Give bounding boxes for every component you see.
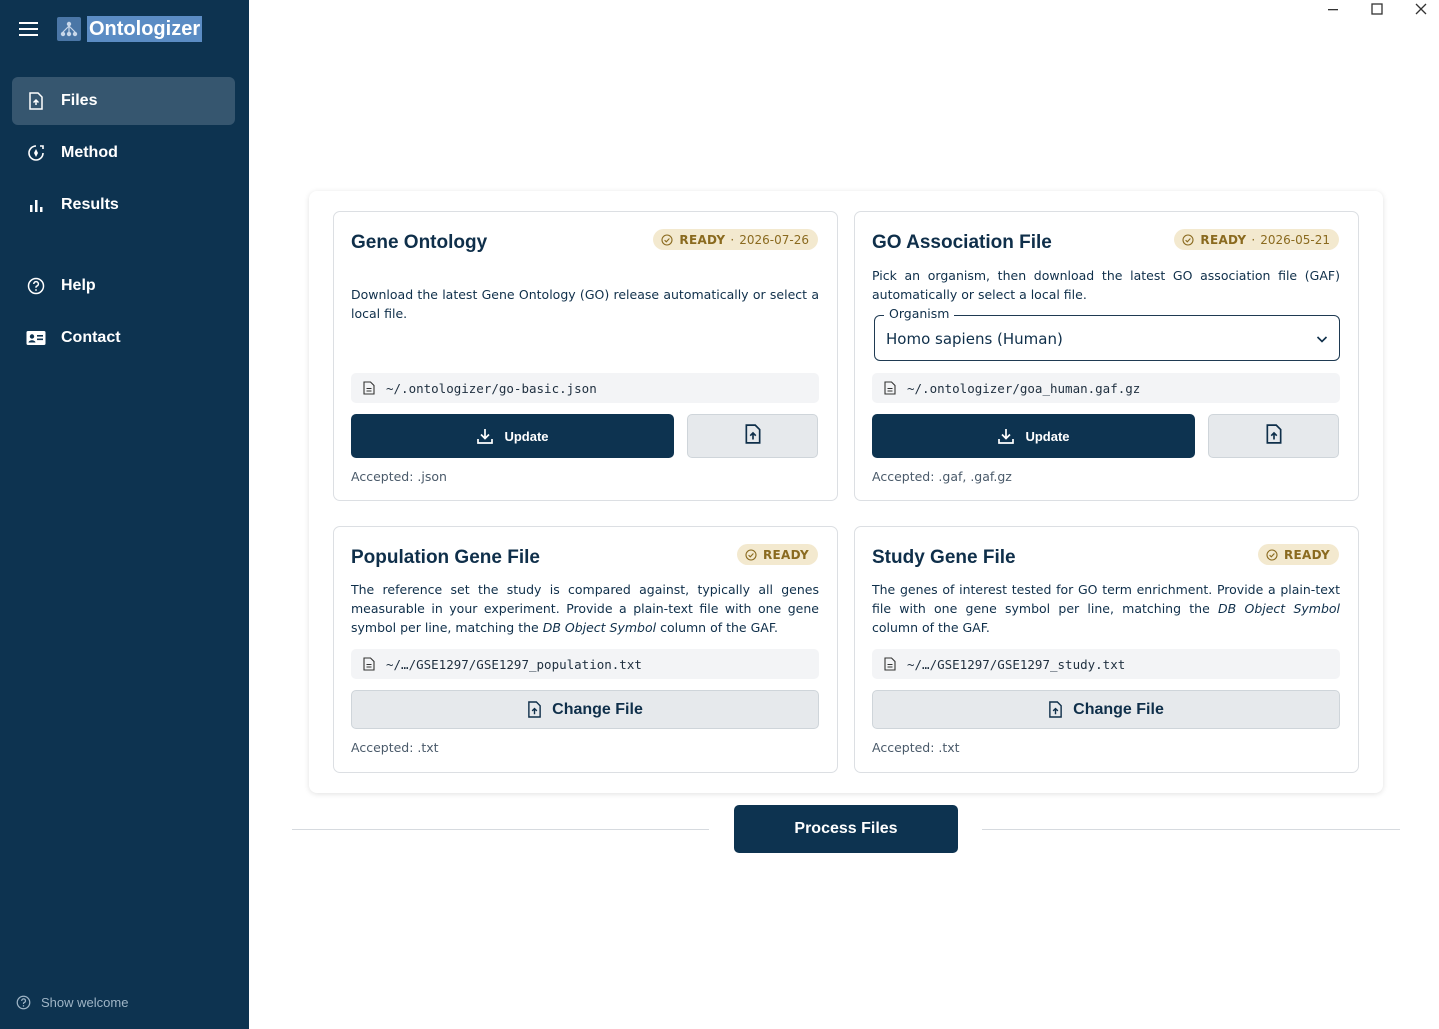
minimize-button[interactable] <box>1318 0 1348 18</box>
card-title: Gene Ontology <box>351 232 488 253</box>
file-upload-icon <box>1048 701 1064 718</box>
status-text: READY <box>762 547 809 562</box>
accepted-formats: Accepted: .json <box>351 469 447 484</box>
change-file-button[interactable]: Change File <box>872 690 1340 729</box>
status-text: READY <box>679 232 726 247</box>
status-text: READY <box>1283 547 1330 562</box>
show-welcome-label: Show welcome <box>41 994 129 1010</box>
hamburger-menu-icon[interactable] <box>19 21 39 37</box>
document-icon <box>363 657 377 671</box>
sidebar-item-label: Files <box>61 92 98 109</box>
divider-left <box>292 829 709 830</box>
card-title: Study Gene File <box>872 547 1016 568</box>
contact-card-icon <box>26 328 46 348</box>
organism-label: Organism <box>884 306 955 321</box>
file-path-text: ~/.ontologizer/goa_human.gaf.gz <box>907 380 1141 396</box>
status-badge: READY · 2026-07-26 <box>653 229 818 250</box>
organism-value: Homo sapiens (Human) <box>886 330 1063 348</box>
check-circle-icon <box>1182 233 1194 246</box>
sidebar-item-label: Contact <box>61 329 121 346</box>
file-path: ~/.ontologizer/goa_human.gaf.gz <box>872 373 1340 403</box>
update-button[interactable]: Update <box>872 414 1195 458</box>
method-icon <box>26 143 46 163</box>
file-path-text: ~/…/GSE1297/GSE1297_study.txt <box>907 656 1126 672</box>
status-text: READY <box>1200 232 1247 247</box>
card-title: Population Gene File <box>351 547 540 568</box>
accepted-formats: Accepted: .txt <box>872 740 960 755</box>
select-local-file-button[interactable] <box>687 414 818 458</box>
status-badge: READY <box>1257 544 1339 565</box>
file-path-text: ~/.ontologizer/go-basic.json <box>386 380 597 396</box>
status-date: 2026-05-21 <box>1260 232 1330 247</box>
document-icon <box>884 381 898 395</box>
file-upload-icon <box>527 701 543 718</box>
accepted-formats: Accepted: .gaf, .gaf.gz <box>872 469 1012 484</box>
check-circle-icon <box>1266 548 1278 561</box>
chevron-down-icon <box>1315 332 1329 346</box>
maximize-icon <box>1371 3 1383 15</box>
file-path: ~/…/GSE1297/GSE1297_study.txt <box>872 649 1340 679</box>
sidebar-item-label: Help <box>61 277 96 294</box>
change-file-label: Change File <box>552 700 643 718</box>
change-file-label: Change File <box>1073 700 1164 718</box>
document-icon <box>363 381 377 395</box>
status-badge: READY <box>736 544 818 565</box>
app-logo-icon <box>57 17 81 41</box>
card-description: The reference set the study is compared … <box>351 582 819 635</box>
maximize-button[interactable] <box>1362 0 1392 18</box>
sidebar-item-contact[interactable]: Contact <box>12 314 235 362</box>
divider-right <box>982 829 1400 830</box>
accepted-formats: Accepted: .txt <box>351 740 439 755</box>
help-circle-icon <box>26 276 46 296</box>
file-upload-icon <box>744 423 762 449</box>
minimize-icon <box>1328 9 1338 11</box>
sidebar-item-method[interactable]: Method <box>12 129 235 177</box>
card-description: Download the latest Gene Ontology (GO) r… <box>351 287 819 321</box>
show-welcome-link[interactable]: Show welcome <box>16 994 128 1010</box>
help-circle-icon <box>16 994 32 1010</box>
files-panel: Gene Ontology READY · 2026-07-26 Downloa… <box>309 191 1383 793</box>
change-file-button[interactable]: Change File <box>351 690 819 729</box>
file-path: ~/…/GSE1297/GSE1297_population.txt <box>351 649 819 679</box>
sidebar-item-label: Method <box>61 144 118 161</box>
close-icon <box>1415 3 1427 15</box>
check-circle-icon <box>661 233 673 246</box>
update-label: Update <box>504 428 549 444</box>
update-button[interactable]: Update <box>351 414 674 458</box>
sidebar-item-help[interactable]: Help <box>12 262 235 310</box>
card-title: GO Association File <box>872 232 1052 253</box>
document-icon <box>884 657 898 671</box>
select-local-file-button[interactable] <box>1208 414 1339 458</box>
bar-chart-icon <box>26 195 46 215</box>
download-icon <box>997 427 1015 445</box>
sidebar: Ontologizer Files Method Results Help Co… <box>0 0 249 1029</box>
brand-bar: Ontologizer <box>0 0 249 58</box>
process-files-button[interactable]: Process Files <box>734 805 958 853</box>
organism-select[interactable]: Organism Homo sapiens (Human) <box>874 306 1340 361</box>
card-description: Pick an organism, then download the late… <box>872 268 1340 302</box>
sidebar-item-files[interactable]: Files <box>12 77 235 125</box>
population-gene-card: Population Gene File READY The reference… <box>333 526 838 773</box>
study-gene-card: Study Gene File READY The genes of inter… <box>854 526 1359 773</box>
app-title: Ontologizer <box>87 16 203 42</box>
download-icon <box>476 427 494 445</box>
check-circle-icon <box>745 548 757 561</box>
sidebar-item-results[interactable]: Results <box>12 181 235 229</box>
update-label: Update <box>1025 428 1070 444</box>
sidebar-item-label: Results <box>61 196 119 213</box>
status-date: 2026-07-26 <box>739 232 809 247</box>
status-badge: READY · 2026-05-21 <box>1174 229 1339 250</box>
gene-ontology-card: Gene Ontology READY · 2026-07-26 Downloa… <box>333 211 838 501</box>
file-path: ~/.ontologizer/go-basic.json <box>351 373 819 403</box>
file-upload-icon <box>26 91 46 111</box>
close-window-button[interactable] <box>1406 0 1436 18</box>
go-association-card: GO Association File READY · 2026-05-21 P… <box>854 211 1359 501</box>
file-path-text: ~/…/GSE1297/GSE1297_population.txt <box>386 656 642 672</box>
card-description: The genes of interest tested for GO term… <box>872 582 1341 635</box>
file-upload-icon <box>1265 423 1283 449</box>
